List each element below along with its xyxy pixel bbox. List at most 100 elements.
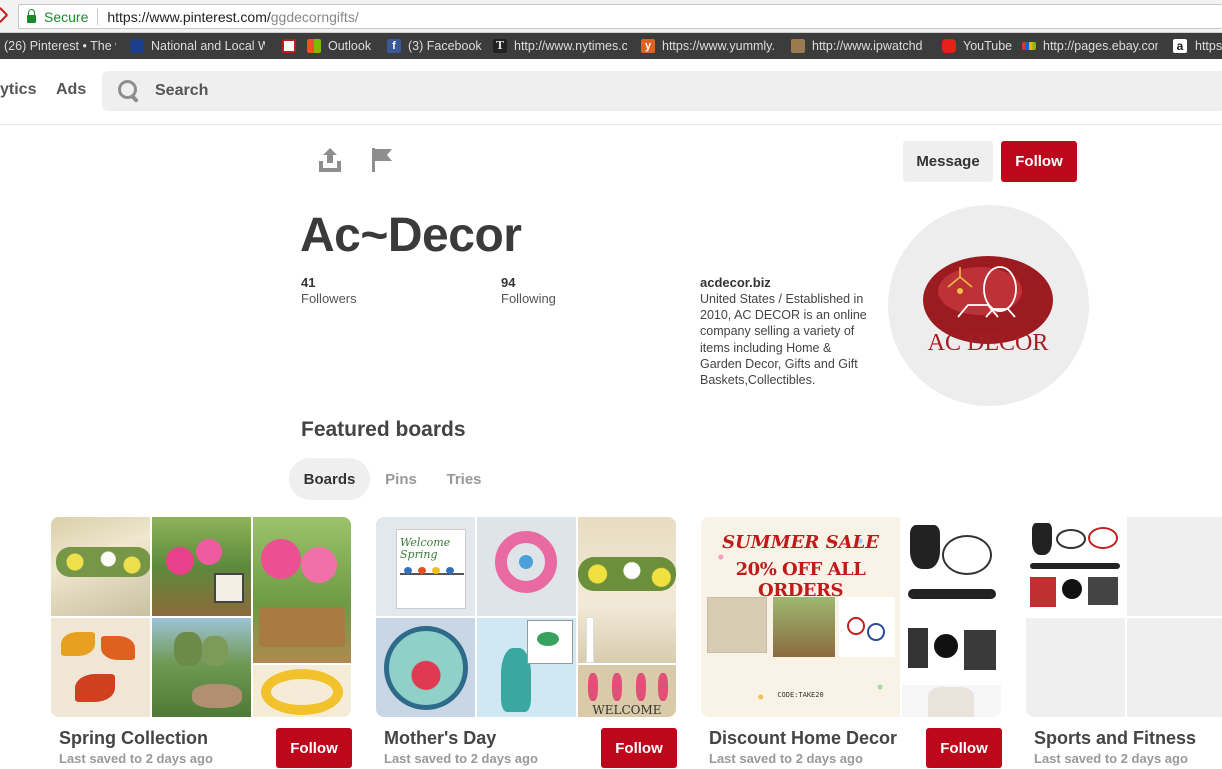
board-image: [902, 517, 1001, 616]
nav-ads[interactable]: Ads: [56, 81, 86, 99]
sale-banner-line1: SUMMER SALE: [722, 532, 879, 553]
bookmarks-bar: (26) Pinterest • The w National and Loca…: [0, 33, 1222, 59]
bookmark-partial[interactable]: https: [1195, 33, 1222, 59]
yummly-icon: y: [641, 39, 655, 53]
board-image: [578, 517, 676, 663]
bookmark-label: (26) Pinterest • The w: [4, 39, 116, 53]
url-separator: [97, 8, 99, 25]
board-follow-button[interactable]: Follow: [276, 728, 352, 768]
url-path: ggdecorngifts/: [270, 8, 359, 25]
lock-icon: [27, 8, 36, 23]
board-image: [1127, 517, 1222, 616]
board-image: Welcome Spring: [376, 517, 475, 616]
bookmark-weather[interactable]: National and Local W: [130, 33, 265, 59]
share-icon[interactable]: [315, 145, 345, 175]
board-follow-button[interactable]: Follow: [926, 728, 1002, 768]
board-title[interactable]: Spring Collection: [59, 728, 208, 749]
bookmark-outlook[interactable]: Outlook: [307, 33, 377, 59]
bookmark-label: YouTube: [963, 39, 1013, 53]
board-image: [1026, 618, 1125, 717]
bookmark-youtube[interactable]: YouTube: [942, 33, 1014, 59]
sale-banner-line2: 20% OFF ALL ORDERS: [735, 559, 866, 601]
pdf-icon: [282, 39, 296, 53]
weather-channel-icon: [130, 39, 144, 53]
bookmark-amazon[interactable]: a: [1173, 33, 1189, 59]
following-count[interactable]: 94: [501, 275, 515, 290]
secure-label: Secure: [44, 8, 89, 25]
profile-bio: United States / Established in 2010, AC …: [700, 292, 867, 388]
tab-boards[interactable]: Boards: [289, 458, 370, 500]
board-title[interactable]: Sports and Fitness: [1034, 728, 1196, 749]
board-card[interactable]: [51, 517, 351, 717]
featured-boards-title: Featured boards: [301, 418, 466, 441]
board-image: [902, 618, 1001, 683]
search-icon: [118, 80, 140, 102]
board-image: [376, 618, 475, 717]
board-image: [1026, 517, 1125, 616]
search-input[interactable]: [155, 82, 1055, 100]
browser-address-bar: Secure https://www.pinterest.com/ggdecor…: [0, 0, 1222, 33]
message-button[interactable]: Message: [903, 141, 993, 182]
website-link[interactable]: acdecor.biz: [700, 275, 771, 290]
microsoft-icon: [307, 39, 321, 53]
nytimes-icon: T: [493, 39, 507, 53]
facebook-icon: f: [387, 39, 401, 53]
bookmark-label: http://www.ipwatchd: [812, 39, 923, 53]
bookmark-ipwatchdog[interactable]: http://www.ipwatchd: [791, 33, 929, 59]
ebay-icon: [1022, 42, 1036, 50]
bookmark-label: Outlook: [328, 39, 372, 53]
avatar-logo-text: AC DECOR: [928, 330, 1049, 356]
board-title[interactable]: Discount Home Decor: [709, 728, 897, 749]
back-icon[interactable]: [0, 6, 9, 24]
board-image: [152, 517, 251, 616]
tab-pins[interactable]: Pins: [376, 458, 426, 500]
tab-tries[interactable]: Tries: [438, 458, 490, 500]
board-card[interactable]: SUMMER SALE 20% OFF ALL ORDERS CODE:TAKE…: [701, 517, 1001, 717]
board-image: [152, 618, 251, 717]
board-image: [902, 685, 1001, 717]
bookmark-label: National and Local W: [151, 39, 265, 53]
board-image: SUMMER SALE 20% OFF ALL ORDERS CODE:TAKE…: [701, 517, 900, 717]
bookmark-pinterest[interactable]: (26) Pinterest • The w: [4, 33, 116, 59]
ipwatchdog-icon: [791, 39, 805, 53]
board-subtitle: Last saved to 2 days ago: [709, 751, 863, 766]
board-card[interactable]: [1026, 517, 1222, 717]
profile-name: Ac~Decor: [300, 209, 522, 262]
followers-count[interactable]: 41: [301, 275, 315, 290]
board-title[interactable]: Mother's Day: [384, 728, 496, 749]
bookmark-label: (3) Facebook: [408, 39, 482, 53]
bookmark-label: http://pages.ebay.com: [1043, 39, 1158, 53]
followers-label[interactable]: Followers: [301, 291, 357, 306]
avatar[interactable]: AC DECOR: [888, 205, 1089, 406]
bookmark-nytimes[interactable]: T http://www.nytimes.c: [493, 33, 627, 59]
board-image: [477, 517, 576, 616]
bookmark-facebook[interactable]: f (3) Facebook: [387, 33, 482, 59]
nav-analytics[interactable]: ytics: [0, 81, 36, 99]
welcome-mat-text: WELCOME: [592, 703, 662, 717]
follow-button[interactable]: Follow: [1001, 141, 1077, 182]
welcome-sign-text: Welcome Spring: [400, 536, 451, 561]
board-image: WELCOME: [578, 665, 676, 717]
search-bar[interactable]: [102, 71, 1222, 111]
url-host: https://www.pinterest.com/: [107, 8, 271, 25]
bookmark-pdf[interactable]: [282, 33, 296, 59]
bookmark-label: https://www.yummly.: [662, 39, 775, 53]
board-image: [477, 618, 576, 717]
board-image: [51, 517, 150, 616]
board-image: [253, 665, 351, 717]
sale-code-text: CODE:TAKE20: [777, 691, 824, 699]
bookmark-ebay[interactable]: http://pages.ebay.com: [1022, 33, 1158, 59]
board-subtitle: Last saved to 2 days ago: [384, 751, 538, 766]
url-field[interactable]: Secure https://www.pinterest.com/ggdecor…: [18, 4, 1222, 29]
board-image: [1127, 618, 1222, 717]
amazon-icon: a: [1173, 39, 1187, 53]
flag-icon[interactable]: [368, 145, 398, 175]
bookmark-yummly[interactable]: y https://www.yummly.: [641, 33, 776, 59]
board-image: [253, 517, 351, 663]
site-header: ytics Ads: [0, 59, 1222, 125]
board-card[interactable]: Welcome Spring WELCOME: [376, 517, 676, 717]
board-follow-button[interactable]: Follow: [601, 728, 677, 768]
bookmark-label: https: [1195, 39, 1222, 53]
following-label[interactable]: Following: [501, 291, 556, 306]
ac-decor-logo: AC DECOR: [923, 256, 1053, 356]
